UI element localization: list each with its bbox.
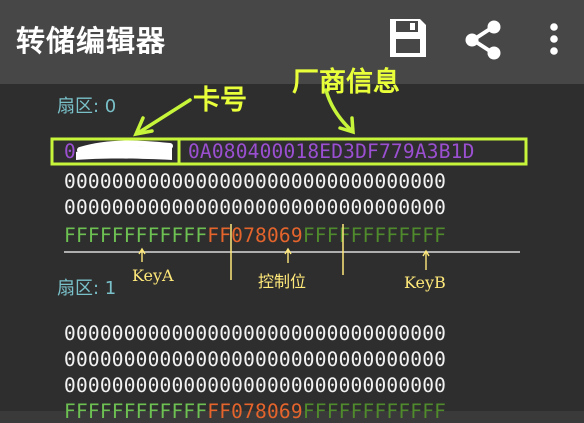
share-icon[interactable] (463, 19, 503, 61)
access-bits-value: FF078069 (207, 224, 303, 247)
key-a-value: FFFFFFFFFFFF (64, 400, 208, 423)
key-b-value: FFFFFFFFFFFF (302, 224, 447, 247)
sector-1-block-2[interactable]: 00000000000000000000000000000000 (64, 374, 512, 397)
key-a-annotation: KeyA (132, 266, 174, 285)
key-a-value: FFFFFFFFFFFF (64, 224, 208, 247)
sector-0-block-1[interactable]: 00000000000000000000000000000000 (64, 170, 512, 193)
manufacturer-data: 0A080400018ED3DF779A3B1D (187, 140, 475, 163)
save-icon[interactable] (388, 17, 428, 59)
more-vert-icon[interactable] (544, 20, 564, 60)
access-bits-value: FF078069 (207, 400, 303, 423)
card-number-annotation: 卡号 (193, 85, 247, 116)
app-title: 转储编辑器 (16, 24, 167, 58)
access-bits-annotation: 控制位 (258, 272, 307, 291)
sector-0-block-2[interactable]: 00000000000000000000000000000000 (64, 196, 512, 219)
uid-prefix: 0 (64, 140, 76, 163)
key-b-annotation: KeyB (404, 273, 446, 292)
sector-0-trailer[interactable]: FFFFFFFFFFFFFF078069FFFFFFFFFFFF (64, 224, 512, 247)
sector-1-label: 扇区: 1 (57, 278, 117, 299)
sector-0-label: 扇区: 0 (57, 96, 117, 117)
sector-1-block-1[interactable]: 00000000000000000000000000000000 (64, 348, 512, 371)
sector-1-block-0[interactable]: 00000000000000000000000000000000 (64, 322, 512, 345)
sector-0-block-0[interactable]: 0 0A080400018ED3DF779A3B1D (64, 140, 512, 163)
manufacturer-annotation: 厂商信息 (292, 67, 400, 98)
key-b-value: FFFFFFFFFFFF (302, 400, 447, 423)
sector-1-trailer[interactable]: FFFFFFFFFFFFFF078069FFFFFFFFFFFF (64, 400, 512, 423)
